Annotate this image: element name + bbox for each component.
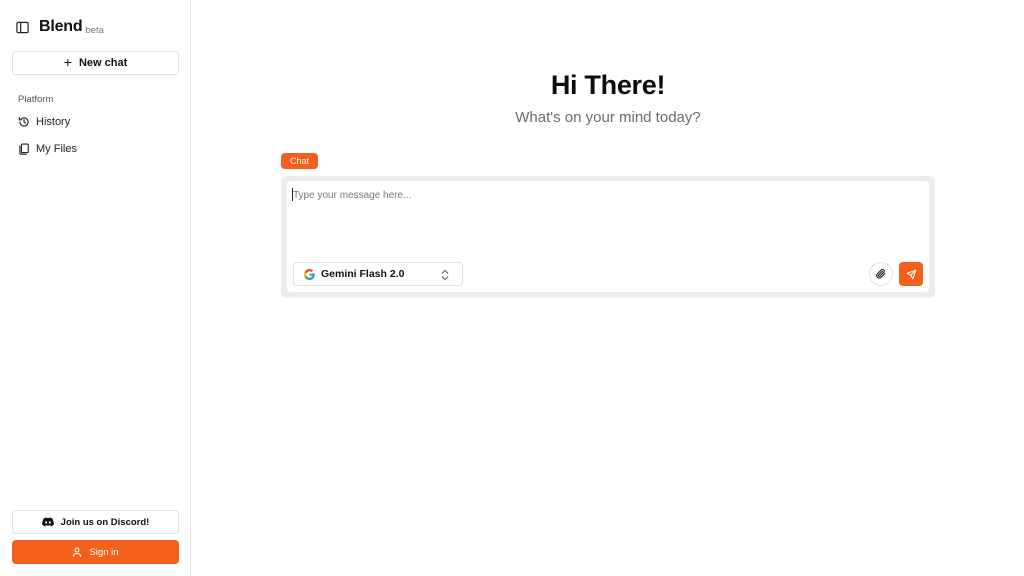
sidebar-item-label: My Files bbox=[36, 143, 77, 155]
sidebar-item-label: History bbox=[36, 116, 71, 128]
chevron-up-down-icon bbox=[441, 269, 449, 281]
sidebar-item-history[interactable]: History bbox=[18, 116, 70, 128]
send-icon bbox=[906, 269, 916, 279]
new-chat-label: New chat bbox=[78, 57, 128, 69]
google-icon bbox=[304, 268, 315, 280]
brand-tag: beta bbox=[85, 24, 104, 36]
attach-file-button[interactable] bbox=[869, 262, 893, 286]
page-subtitle: What's on your mind today? bbox=[515, 109, 701, 126]
page-title: Hi There! bbox=[550, 70, 666, 100]
discord-icon bbox=[41, 517, 54, 527]
files-icon bbox=[19, 143, 29, 155]
discord-button[interactable]: Join us on Discord! bbox=[12, 510, 179, 534]
history-icon bbox=[18, 116, 29, 127]
brand-name: Blend bbox=[39, 18, 83, 35]
mode-badge-chat[interactable]: Chat bbox=[281, 153, 318, 169]
sidebar: Blend beta + New chat Platform History M… bbox=[0, 0, 191, 576]
sidebar-toggle-icon[interactable] bbox=[16, 21, 29, 34]
message-input[interactable] bbox=[293, 187, 853, 203]
send-button[interactable] bbox=[899, 262, 923, 286]
model-selector-label: Gemini Flash 2.0 bbox=[321, 268, 405, 280]
model-selector[interactable]: Gemini Flash 2.0 bbox=[293, 262, 463, 286]
brand-header: Blend beta bbox=[16, 18, 104, 36]
new-chat-button[interactable]: + New chat bbox=[12, 51, 179, 75]
discord-label: Join us on Discord! bbox=[60, 516, 150, 528]
user-icon bbox=[73, 547, 82, 557]
paperclip-icon bbox=[876, 268, 886, 279]
section-label-platform: Platform bbox=[18, 94, 54, 105]
sign-in-button[interactable]: Sign in bbox=[12, 540, 179, 564]
sign-in-label: Sign in bbox=[89, 546, 119, 558]
sidebar-item-my-files[interactable]: My Files bbox=[18, 143, 77, 155]
plus-icon: + bbox=[63, 54, 72, 70]
